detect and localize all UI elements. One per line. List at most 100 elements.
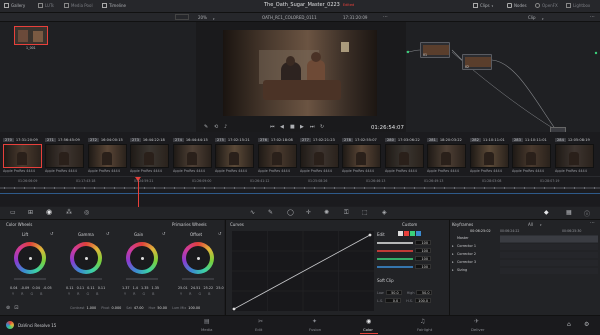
window-icon[interactable]: ◯ [287,209,294,216]
blur-icon[interactable]: ✺ [324,209,329,216]
keyframe-track[interactable]: ▸ Corrector 1 [452,244,498,248]
wheel-value[interactable]: 0.11 [66,286,74,290]
color-match-icon[interactable]: ⊞ [28,209,33,216]
node-01[interactable]: 01 [420,42,450,58]
wheel-master-slider[interactable] [14,278,46,280]
intensity-value[interactable]: 100 [415,264,431,269]
low-value[interactable]: 50.0 [385,290,402,295]
page-tab-icon[interactable]: ✈ [474,318,479,325]
timeline-name[interactable]: OATH_RC1_COLORED_0111 [262,15,317,20]
wheel-master-slider[interactable] [182,278,214,280]
wheel-reset-icon[interactable]: ↺ [50,231,53,236]
intensity-value[interactable]: 100 [415,256,431,261]
keyframe-track[interactable]: ▸ Corrector 2 [452,252,498,256]
track-lane[interactable] [500,260,598,266]
channel-g-button[interactable] [410,231,415,236]
wheel-puck[interactable] [141,257,144,260]
color-wheel[interactable] [14,242,46,274]
settings-gear-icon[interactable]: ⚙ [584,321,589,328]
stop-icon[interactable]: ■ [290,124,295,130]
sat-value[interactable]: 47.00 [134,306,144,310]
color-wheel[interactable] [126,242,158,274]
track-expand-icon[interactable]: ▸ [452,252,455,256]
wheel-puck[interactable] [29,257,32,260]
wheel-reset-icon[interactable]: ↺ [106,231,109,236]
wheel-value[interactable]: 0.04 [10,286,18,290]
channel-y-button[interactable] [398,231,403,236]
home-icon[interactable]: ⌂ [567,321,571,328]
page-tab-icon[interactable]: ◉ [366,318,371,325]
wheel-value[interactable]: 1.35 [141,286,149,290]
keyframes-icon[interactable]: ◆ [544,209,549,216]
clip-thumbnail[interactable] [342,144,381,168]
hue-value[interactable]: 50.00 [157,306,167,310]
clip-thumbnail[interactable] [45,144,84,168]
picker-icon[interactable]: ✎ [204,124,208,130]
track-lane[interactable] [500,244,598,250]
pivot-value[interactable]: 0.000 [112,306,122,310]
info-icon[interactable]: ⓘ [584,209,590,218]
wheel-puck[interactable] [85,257,88,260]
luts-button[interactable]: LUTs [38,3,54,8]
rgb-mixer-icon[interactable]: ⁂ [66,209,72,216]
clip-thumbnail[interactable] [173,144,212,168]
keyframes-options-icon[interactable]: ⋯ [590,220,595,226]
wheel-value[interactable]: 1.37 [122,286,130,290]
node-options-icon[interactable]: ⋯ [590,14,595,20]
wheel-value[interactable]: 25.0 [216,286,224,290]
clip-thumbnail[interactable] [555,144,594,168]
channel-r-button[interactable] [404,231,409,236]
filter-chevron-icon[interactable]: ▾ [540,223,542,227]
track-expand-icon[interactable]: ▸ [452,244,455,248]
intensity-slider[interactable] [377,265,413,268]
page-tab-label[interactable]: Color [363,327,373,332]
keyframe-track[interactable]: Master [452,236,498,240]
gallery-button[interactable]: Gallery [4,3,25,8]
clip-thumbnail[interactable] [385,144,424,168]
clip-thumbnail[interactable] [470,144,509,168]
clip-thumbnail[interactable] [427,144,466,168]
page-tab-label[interactable]: Fusion [309,327,321,332]
clip-thumbnail[interactable] [300,144,339,168]
wheel-value[interactable]: 1.4 [133,286,138,290]
page-tab-label[interactable]: Media [201,327,212,332]
openfx-button[interactable]: OpenFX [535,3,558,8]
reset-icon[interactable]: ⊡ [14,305,18,311]
scopes-icon[interactable]: ▦ [566,209,572,216]
tracker-icon[interactable]: ✛ [306,209,311,216]
page-tab-icon[interactable]: ✦ [312,318,317,325]
curves-mode[interactable]: Custom [402,222,417,227]
intensity-value[interactable]: 100 [415,248,431,253]
track-lane[interactable] [500,268,598,274]
wheel-value[interactable]: 24.51 [191,286,201,290]
still-thumbnail[interactable] [14,26,48,45]
track-expand-icon[interactable]: ▸ [452,260,455,264]
intensity-slider[interactable] [377,257,413,260]
sizing-icon[interactable]: ⬚ [362,209,368,216]
auto-balance-icon[interactable]: ⊚ [6,305,10,311]
viewer-options-icon[interactable]: ⋯ [383,14,388,20]
wheel-value[interactable]: 1.35 [152,286,160,290]
zoom-chevron-icon[interactable]: ▾ [213,17,215,21]
page-tab-label[interactable]: Deliver [471,327,485,332]
intensity-slider[interactable] [377,241,413,244]
page-tab-label[interactable]: Fairlight [417,327,432,332]
track-lane[interactable] [500,236,598,242]
camera-raw-icon[interactable]: ▭ [10,209,16,216]
loop-icon[interactable]: ⟲ [214,124,218,130]
wheel-value[interactable]: 0.11 [77,286,85,290]
nodes-button[interactable]: Nodes [507,3,527,8]
color-wheels-icon[interactable]: ◉ [46,208,52,216]
play-icon[interactable]: ▶ [300,124,304,130]
contrast-value[interactable]: 1.000 [87,306,97,310]
qualifier-icon[interactable]: ✎ [268,209,273,216]
curves-icon[interactable]: ∿ [250,209,255,216]
wheel-value[interactable]: 25.22 [203,286,213,290]
page-tab-label[interactable]: Edit [255,327,262,332]
timeline-button[interactable]: Timeline [102,3,126,8]
intensity-value[interactable]: 100 [415,240,431,245]
loop-playback-icon[interactable]: ↻ [320,124,324,130]
wheel-master-slider[interactable] [70,278,102,280]
high-value[interactable]: 50.0 [416,290,433,295]
channel-b-button[interactable] [416,231,421,236]
